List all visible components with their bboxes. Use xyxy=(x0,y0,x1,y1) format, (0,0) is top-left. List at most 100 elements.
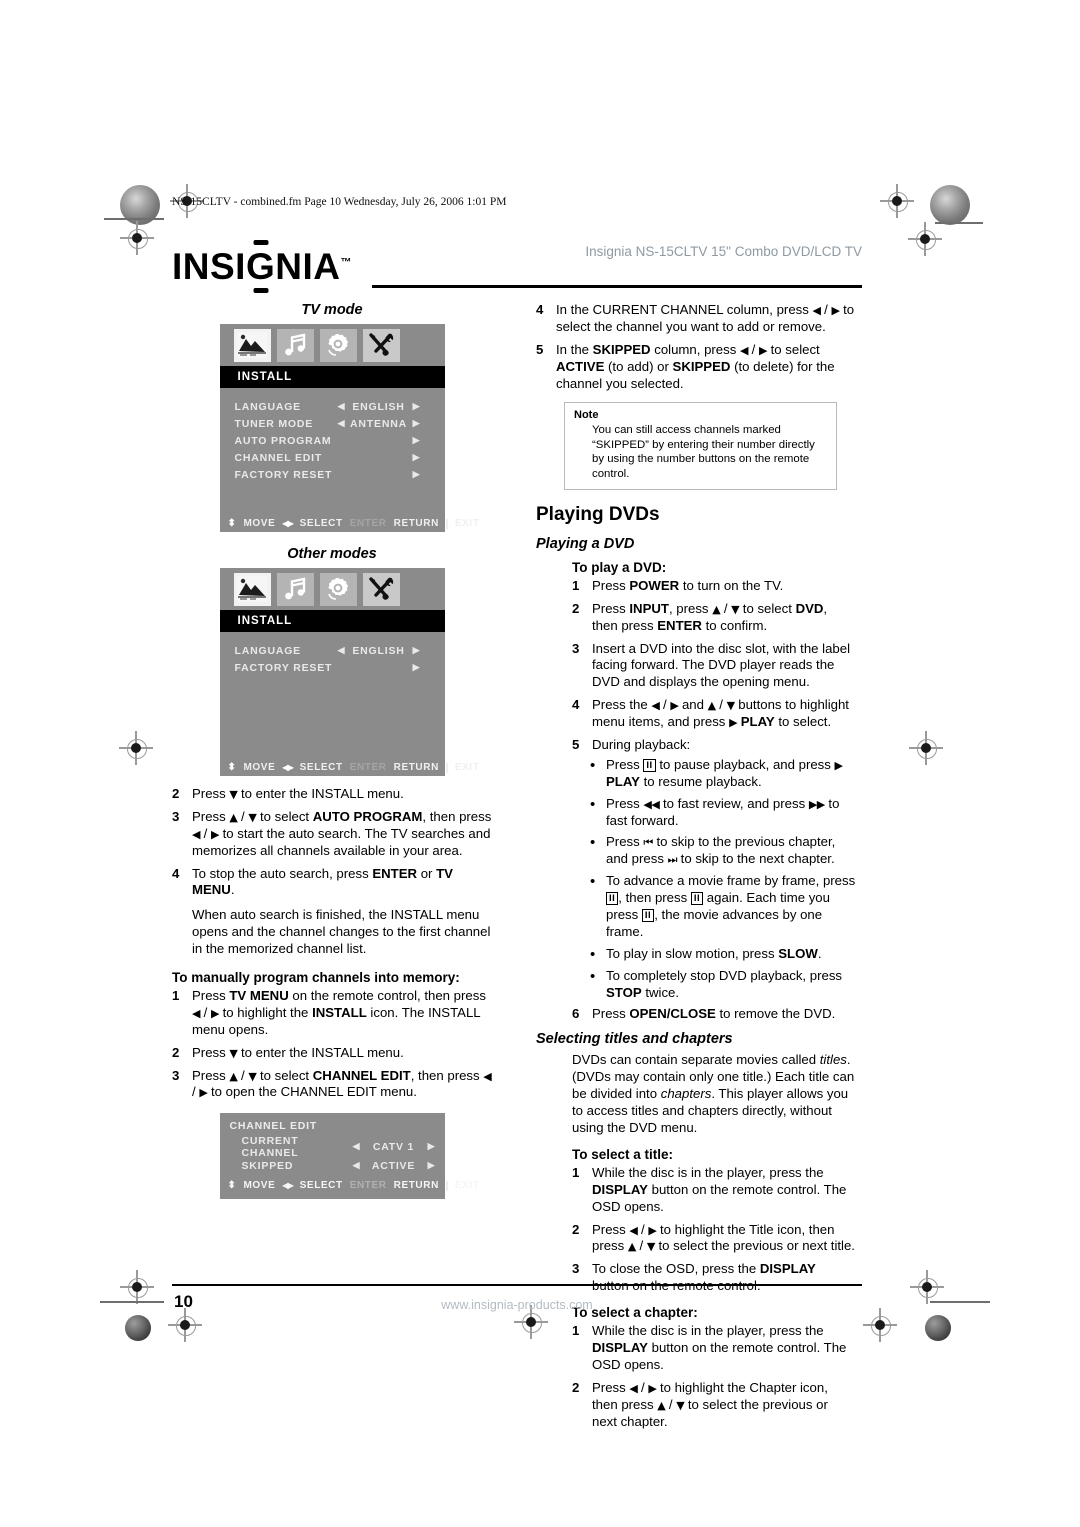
right-arrow-icon[interactable]: ▶ xyxy=(424,1141,440,1152)
step-number: 3 xyxy=(172,808,180,824)
step-number: 1 xyxy=(572,1164,580,1180)
tools-icon xyxy=(362,328,400,362)
picture-icon xyxy=(233,572,271,606)
hint-return: RETURN xyxy=(393,761,439,773)
list-item: To advance a movie frame by frame, press… xyxy=(588,872,856,941)
exit-icon xyxy=(445,1181,448,1192)
step-number: 1 xyxy=(172,988,180,1004)
hint-exit: EXIT xyxy=(454,761,480,773)
exit-icon xyxy=(445,763,448,773)
osd-row-skipped[interactable]: SKIPPED ◀ ACTIVE ▶ xyxy=(220,1156,445,1175)
printers-mark-blob-bottom-right xyxy=(925,1315,951,1341)
gear-icon xyxy=(319,572,357,606)
registration-mark-mid-left xyxy=(119,731,153,765)
registration-mark-top-right-b xyxy=(908,222,942,256)
step-text: To close the OSD, press the DISPLAY butt… xyxy=(592,1261,816,1293)
exit-icon xyxy=(445,519,448,529)
right-arrow-icon[interactable]: ▶ xyxy=(409,452,425,463)
list-item: 1 Press POWER to turn on the TV. xyxy=(572,578,856,595)
channel-edit-steps: 4 In the CURRENT CHANNEL column, press ◀ … xyxy=(536,302,856,392)
left-arrow-icon[interactable]: ◀ xyxy=(335,401,349,412)
osd-row-factory-reset[interactable]: FACTORY RESET ▶ xyxy=(220,466,445,483)
right-arrow-icon[interactable]: ▶ xyxy=(424,1160,440,1171)
left-arrow-icon[interactable]: ◀ xyxy=(335,418,349,429)
hint-select: SELECT xyxy=(299,761,343,773)
left-column: TV mode INSTALL LANGUAGE ◀ ENGLISH ▶ TUN… xyxy=(172,302,492,1200)
osd-row-channel-edit[interactable]: CHANNEL EDIT ▶ xyxy=(220,449,445,466)
right-arrow-icon[interactable]: ▶ xyxy=(409,418,425,429)
osd-channel-edit-rows: CURRENT CHANNEL ◀ CATV 1 ▶ SKIPPED ◀ ACT… xyxy=(220,1135,445,1175)
osd-channel-edit-title: CHANNEL EDIT xyxy=(229,1120,318,1133)
right-arrow-icon[interactable]: ▶ xyxy=(409,435,425,446)
registration-mark-bottom-right-a xyxy=(910,1270,944,1304)
header-rule xyxy=(372,285,862,288)
step-number: 3 xyxy=(572,640,580,656)
select-title-steps: 1 While the disc is in the player, press … xyxy=(572,1165,856,1295)
gear-icon xyxy=(319,328,357,362)
list-item: 4 In the CURRENT CHANNEL column, press ◀ … xyxy=(536,302,856,336)
hint-exit: EXIT xyxy=(454,517,480,529)
list-item: To play in slow motion, press SLOW. xyxy=(588,945,856,964)
footer-url[interactable]: www.insignia-products.com xyxy=(172,1298,862,1312)
osd-row-label: FACTORY RESET xyxy=(234,661,333,674)
osd-menu-title-install: INSTALL xyxy=(219,366,445,388)
manual-program-heading: To manually program channels into memory… xyxy=(172,970,460,986)
step-number: 5 xyxy=(536,341,544,357)
step-text: In the SKIPPED column, press ◀ / ▶ to se… xyxy=(556,341,835,391)
osd-row-label: AUTO PROGRAM xyxy=(234,434,332,447)
section-title-playing-dvds: Playing DVDs xyxy=(536,503,660,525)
left-arrow-icon[interactable]: ◀ xyxy=(350,1141,364,1152)
step-text: To stop the auto search, press ENTER or … xyxy=(192,865,453,898)
osd-row-language[interactable]: LANGUAGE ◀ ENGLISH ▶ xyxy=(220,398,445,415)
printers-mark-blob-bottom-left xyxy=(125,1315,151,1341)
move-icon xyxy=(228,1180,237,1191)
to-play-a-dvd-heading: To play a DVD: xyxy=(572,559,667,575)
osd-row-value: ACTIVE xyxy=(371,1159,416,1172)
left-arrow-icon[interactable]: ◀ xyxy=(350,1160,364,1171)
step-number: 2 xyxy=(572,1379,580,1395)
right-arrow-icon[interactable]: ▶ xyxy=(409,401,425,412)
osd-channel-edit-footer-hints: MOVE SELECT ENTER RETURN EXIT xyxy=(220,1175,479,1195)
step-text: Press OPEN/CLOSE to remove the DVD. xyxy=(592,1006,836,1022)
music-icon xyxy=(276,328,314,362)
osd-footer-hints: MOVE SELECT ENTER RETURN EXIT xyxy=(220,514,479,532)
osd-menu-title-install: INSTALL xyxy=(219,610,445,632)
registration-mark-bottom-right-b xyxy=(863,1308,897,1342)
osd-other-modes-screenshot: INSTALL LANGUAGE ◀ ENGLISH ▶ FACTORY RES… xyxy=(219,568,479,776)
osd-row-language[interactable]: LANGUAGE ◀ ENGLISH ▶ xyxy=(220,642,445,659)
select-chapter-steps: 1 While the disc is in the player, press … xyxy=(572,1323,856,1430)
osd-tv-mode-screenshot: INSTALL LANGUAGE ◀ ENGLISH ▶ TUNER MODE … xyxy=(219,324,479,532)
right-arrow-icon[interactable]: ▶ xyxy=(409,662,425,673)
step-text: Press ▲ / ▼ to select CHANNEL EDIT, then… xyxy=(192,1067,492,1100)
osd-row-tuner-mode[interactable]: TUNER MODE ◀ ANTENNA ▶ xyxy=(220,415,445,432)
left-arrow-icon[interactable]: ◀ xyxy=(335,645,349,656)
list-item: 3 To close the OSD, press the DISPLAY but… xyxy=(572,1261,856,1295)
titles-chapters-block: DVDs can contain separate movies called … xyxy=(572,1052,856,1430)
osd-row-label: LANGUAGE xyxy=(234,644,301,657)
step-number: 4 xyxy=(172,865,180,881)
note-box: Note You can still access channels marke… xyxy=(564,402,837,490)
auto-program-steps: 2 Press ▼ to enter the INSTALL menu. 3 Pre… xyxy=(172,786,492,899)
step-number: 2 xyxy=(572,600,580,616)
hint-select: SELECT xyxy=(299,1179,343,1191)
subsection-title-selecting-titles-chapters: Selecting titles and chapters xyxy=(536,1031,733,1048)
step-text: While the disc is in the player, press t… xyxy=(592,1164,847,1214)
osd-row-current-channel[interactable]: CURRENT CHANNEL ◀ CATV 1 ▶ xyxy=(220,1135,445,1159)
play-dvd-final-step: 6 Press OPEN/CLOSE to remove the DVD. xyxy=(572,1006,856,1023)
list-item: 1 While the disc is in the player, press … xyxy=(572,1323,856,1374)
osd-row-label: CHANNEL EDIT xyxy=(234,451,323,464)
move-icon xyxy=(228,518,237,529)
logo-trademark: ™ xyxy=(340,256,352,269)
list-item: 3 Insert a DVD into the disc slot, with t… xyxy=(572,641,856,692)
osd-tv-mode-rows: LANGUAGE ◀ ENGLISH ▶ TUNER MODE ◀ ANTENN… xyxy=(220,388,445,483)
step-number: 5 xyxy=(572,737,580,753)
list-item: 2 Press INPUT, press ▲ / ▼ to select DVD,… xyxy=(572,601,856,635)
right-arrow-icon[interactable]: ▶ xyxy=(409,469,425,480)
right-arrow-icon[interactable]: ▶ xyxy=(409,645,425,656)
osd-row-auto-program[interactable]: AUTO PROGRAM ▶ xyxy=(220,432,445,449)
osd-row-factory-reset[interactable]: FACTORY RESET ▶ xyxy=(220,659,445,676)
list-item: 2 Press ◀ / ▶ to highlight the Title icon… xyxy=(572,1222,856,1256)
logo-letter-g-wrap: G xyxy=(246,240,275,293)
play-dvd-block: To play a DVD: 1 Press POWER to turn on t… xyxy=(572,560,856,1023)
list-item: 2 Press ▼ to enter the INSTALL menu. xyxy=(172,786,492,803)
